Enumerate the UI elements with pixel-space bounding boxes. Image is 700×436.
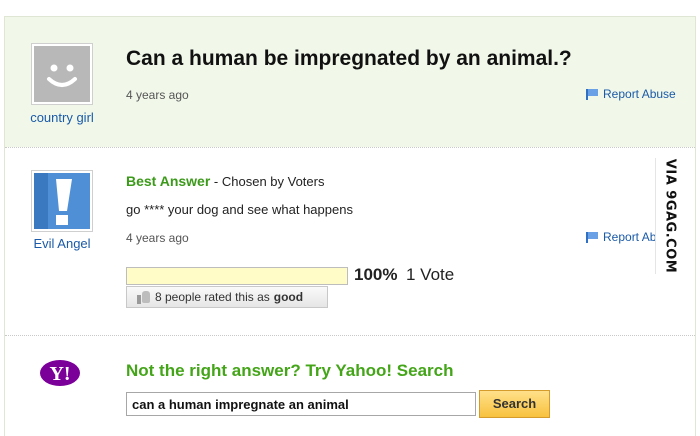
smiley-avatar-icon (34, 46, 90, 102)
exclamation-avatar-icon (34, 173, 90, 229)
answer-avatar[interactable] (31, 170, 93, 232)
best-answer-heading: Best Answer - Chosen by Voters (126, 173, 324, 189)
answer-user-link[interactable]: Evil Angel (7, 236, 117, 251)
answer-text: go **** your dog and see what happens (126, 202, 353, 217)
search-input[interactable] (126, 392, 476, 416)
rated-prefix: 8 people rated this as (155, 290, 270, 304)
question-avatar[interactable] (31, 43, 93, 105)
report-abuse-label: Report Abuse (603, 87, 676, 101)
rated-good-button[interactable]: 8 people rated this as good (126, 286, 328, 308)
yahoo-logo-text: Y! (49, 363, 70, 385)
question-time: 4 years ago (126, 88, 189, 102)
best-answer-label: Best Answer (126, 173, 211, 189)
vote-percent: 100% (354, 265, 398, 284)
yahoo-logo[interactable]: Y! (38, 359, 94, 387)
flag-icon (586, 231, 598, 243)
qa-panel: country girl Can a human be impregnated … (4, 16, 696, 436)
thumbs-up-icon (137, 290, 151, 304)
flag-icon (586, 88, 598, 100)
question-user-link[interactable]: country girl (7, 110, 117, 125)
section-divider (5, 335, 695, 336)
try-yahoo-search-heading: Not the right answer? Try Yahoo! Search (126, 361, 454, 380)
vote-progress-bar (126, 267, 348, 285)
section-divider (5, 147, 695, 148)
question-section: country girl Can a human be impregnated … (5, 17, 695, 147)
watermark-text: VIA 9GAG.COM (662, 158, 677, 274)
answer-time: 4 years ago (126, 231, 189, 245)
vote-count: 1 Vote (406, 265, 455, 284)
question-title: Can a human be impregnated by an animal.… (126, 47, 572, 70)
rated-value: good (273, 290, 304, 304)
search-button[interactable]: Search (479, 390, 550, 418)
chosen-by-text: - Chosen by Voters (213, 174, 325, 189)
question-report-abuse-link[interactable]: Report Abuse (586, 87, 676, 101)
watermark: VIA 9GAG.COM (655, 158, 683, 274)
